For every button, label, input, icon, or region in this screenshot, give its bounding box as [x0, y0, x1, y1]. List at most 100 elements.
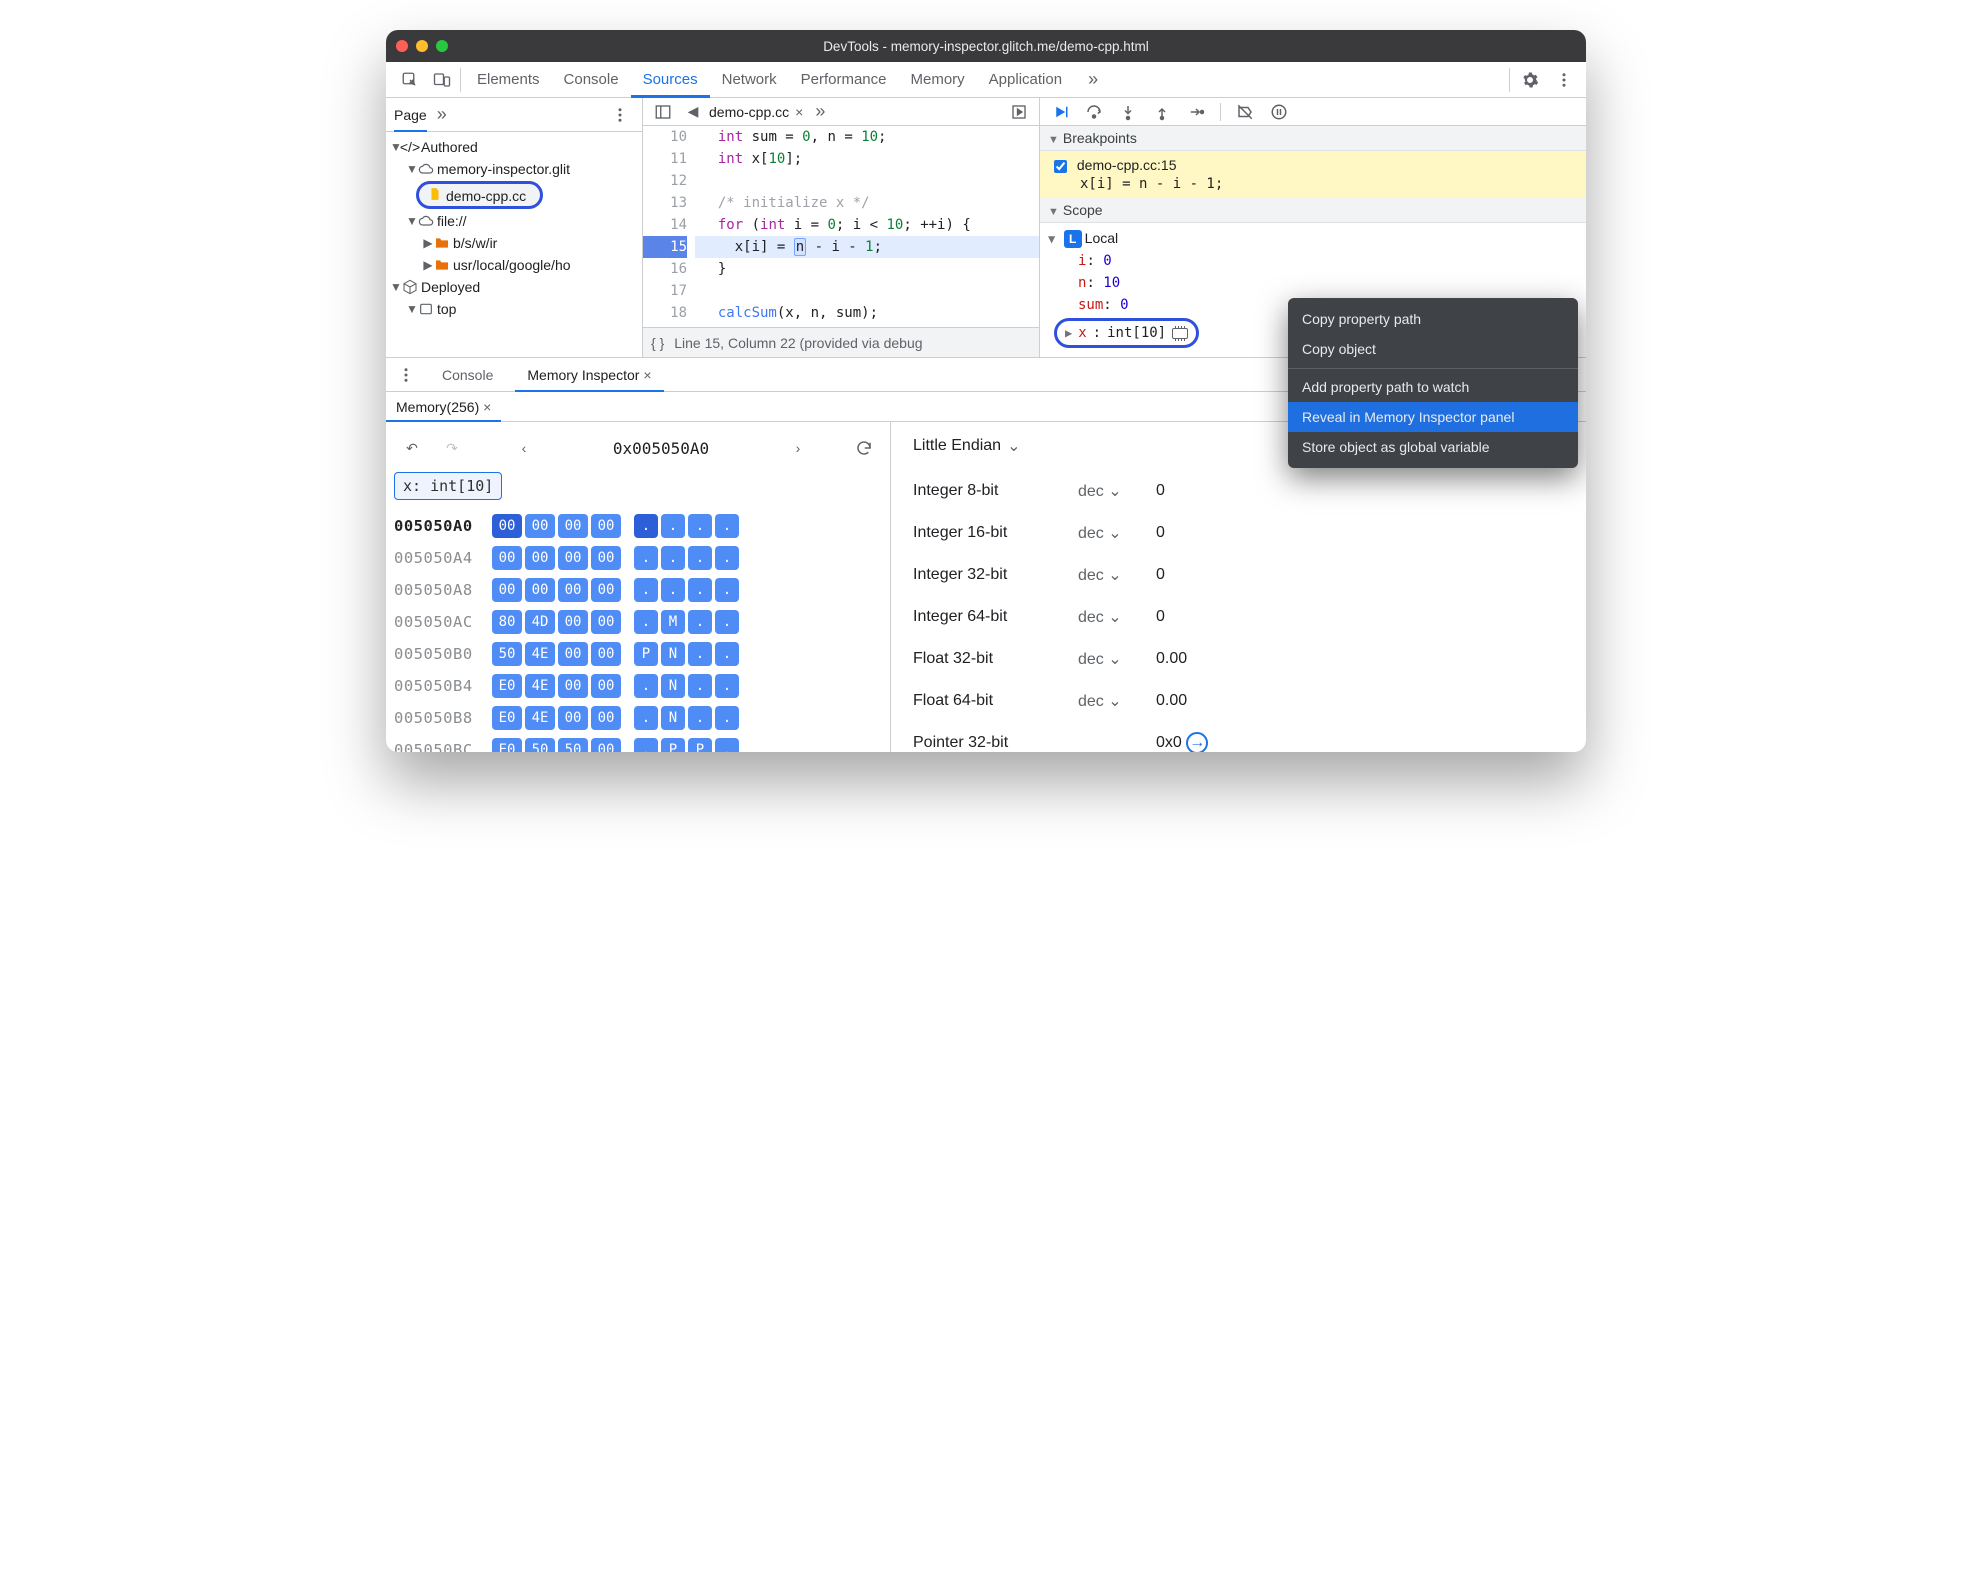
memory-chip-icon[interactable]	[1172, 328, 1188, 339]
unit-select[interactable]: dec ⌄	[1078, 691, 1156, 711]
scope-var-n[interactable]: n: 10	[1048, 272, 1578, 294]
jump-to-address-icon[interactable]: →	[1186, 732, 1208, 752]
deactivate-breakpoints-icon[interactable]	[1235, 102, 1255, 122]
tree-top[interactable]: ▼top	[386, 298, 642, 320]
drawer-tab-memory-inspector[interactable]: Memory Inspector ×	[515, 358, 663, 392]
breakpoints-header[interactable]: ▼Breakpoints	[1040, 126, 1586, 151]
unit-select[interactable]: dec ⌄	[1078, 481, 1156, 501]
refresh-icon[interactable]	[850, 434, 878, 462]
memory-body: ↶ ↷ ‹ 0x005050A0 › x: int[10] 005050A000…	[386, 422, 1586, 752]
value-row: Integer 32-bitdec ⌄0	[913, 554, 1564, 596]
editor-tabs-more-icon[interactable]: »	[809, 101, 825, 122]
ctx-add-watch[interactable]: Add property path to watch	[1288, 368, 1578, 402]
breakpoint-expression: x[i] = n - i - 1;	[1050, 176, 1576, 192]
tree-authored[interactable]: ▼</>Authored	[386, 136, 642, 158]
tree-deployed[interactable]: ▼Deployed	[386, 276, 642, 298]
inspect-icon[interactable]	[396, 66, 424, 94]
main-tab-application[interactable]: Application	[977, 62, 1074, 98]
memory-tab-256[interactable]: Memory(256) ×	[386, 392, 501, 422]
memory-values-pane: Little Endian ⌄ Integer 8-bitdec ⌄0Integ…	[891, 422, 1586, 752]
main-tab-performance[interactable]: Performance	[789, 62, 899, 98]
file-icon	[427, 186, 443, 202]
tree-file-demo-cpp[interactable]: demo-cpp.cc	[386, 180, 642, 210]
hex-row[interactable]: 005050B8E04E0000.N..	[394, 702, 882, 734]
next-page-icon[interactable]: ›	[784, 434, 812, 462]
editor-status-bar: { } Line 15, Column 22 (provided via deb…	[643, 327, 1039, 357]
unit-select[interactable]: dec ⌄	[1078, 565, 1156, 585]
close-icon[interactable]: ×	[643, 367, 651, 383]
page-tab[interactable]: Page	[394, 98, 427, 132]
nav-back-icon[interactable]: ◀	[683, 98, 703, 126]
unit-select[interactable]: dec ⌄	[1078, 523, 1156, 543]
breakpoint-label: demo-cpp.cc:15	[1077, 157, 1177, 173]
drawer-kebab-icon[interactable]	[392, 361, 420, 389]
context-menu: Copy property path Copy object Add prope…	[1288, 298, 1578, 468]
value-row: Integer 16-bitdec ⌄0	[913, 512, 1564, 554]
settings-gear-icon[interactable]	[1516, 66, 1544, 94]
editor-tab-file[interactable]: demo-cpp.cc	[709, 104, 789, 120]
hex-row[interactable]: 005050B4E04E0000.N..	[394, 670, 882, 702]
overflow-tabs-icon[interactable]: »	[1078, 69, 1108, 90]
ctx-copy-object[interactable]: Copy object	[1288, 334, 1578, 364]
close-tab-icon[interactable]: ×	[795, 104, 803, 120]
tree-dir2[interactable]: ▶usr/local/google/ho	[386, 254, 642, 276]
close-icon[interactable]: ×	[483, 399, 491, 415]
scope-local-row[interactable]: ▼ LLocal	[1048, 227, 1578, 250]
device-mode-icon[interactable]	[428, 66, 456, 94]
navigator-kebab-icon[interactable]	[606, 101, 634, 129]
hex-row[interactable]: 005050A800000000....	[394, 574, 882, 606]
breakpoint-entry[interactable]: demo-cpp.cc:15 x[i] = n - i - 1;	[1040, 151, 1586, 198]
navigator-more-icon[interactable]: »	[437, 104, 447, 125]
hex-row[interactable]: 005050B0504E0000PN..	[394, 638, 882, 670]
cloud-icon	[418, 213, 434, 229]
resume-icon[interactable]	[1050, 102, 1070, 122]
hex-row[interactable]: 005050AC804D0000.M..	[394, 606, 882, 638]
cube-icon	[402, 279, 418, 295]
scope-header[interactable]: ▼Scope	[1040, 198, 1586, 223]
hex-row[interactable]: 005050BCE0505000.PP.	[394, 734, 882, 752]
undo-icon[interactable]: ↶	[398, 434, 426, 462]
main-tab-memory[interactable]: Memory	[899, 62, 977, 98]
value-row: Float 64-bitdec ⌄0.00	[913, 680, 1564, 722]
braces-icon[interactable]: { }	[651, 335, 664, 351]
main-tab-elements[interactable]: Elements	[465, 62, 552, 98]
memory-object-label[interactable]: x: int[10]	[394, 472, 502, 500]
debugger-toolbar	[1040, 98, 1586, 126]
address-input[interactable]: 0x005050A0	[550, 439, 772, 458]
code-icon: </>	[402, 139, 418, 155]
ctx-reveal-memory[interactable]: Reveal in Memory Inspector panel	[1288, 402, 1578, 432]
hex-row[interactable]: 005050A000000000....	[394, 510, 882, 542]
scope-var-i[interactable]: i: 0	[1048, 250, 1578, 272]
sidebar-toggle-icon[interactable]	[649, 98, 677, 126]
memory-hex-pane: ↶ ↷ ‹ 0x005050A0 › x: int[10] 005050A000…	[386, 422, 891, 752]
code-lines: int sum = 0, n = 10; int x[10]; /* initi…	[695, 126, 1039, 327]
local-badge-icon: L	[1064, 230, 1082, 248]
code-editor[interactable]: 1011121314151617181920 int sum = 0, n = …	[643, 126, 1039, 327]
hex-row[interactable]: 005050A400000000....	[394, 542, 882, 574]
step-over-icon[interactable]	[1084, 102, 1104, 122]
breakpoint-checkbox[interactable]	[1054, 160, 1067, 173]
run-snippet-icon[interactable]	[1005, 98, 1033, 126]
file-tree: ▼</>Authored ▼memory-inspector.glit demo…	[386, 132, 642, 324]
unit-select[interactable]: dec ⌄	[1078, 649, 1156, 669]
ctx-copy-property-path[interactable]: Copy property path	[1288, 304, 1578, 334]
main-tab-sources[interactable]: Sources	[631, 62, 710, 98]
main-tab-console[interactable]: Console	[552, 62, 631, 98]
tree-host[interactable]: ▼memory-inspector.glit	[386, 158, 642, 180]
redo-icon[interactable]: ↷	[438, 434, 466, 462]
tree-dir1[interactable]: ▶b/s/w/ir	[386, 232, 642, 254]
kebab-menu-icon[interactable]	[1550, 66, 1578, 94]
tree-filescheme[interactable]: ▼file://	[386, 210, 642, 232]
step-into-icon[interactable]	[1118, 102, 1138, 122]
step-out-icon[interactable]	[1152, 102, 1172, 122]
main-tab-network[interactable]: Network	[710, 62, 789, 98]
main-tab-strip: ElementsConsoleSourcesNetworkPerformance…	[386, 62, 1586, 98]
drawer-tab-console[interactable]: Console	[430, 358, 505, 392]
step-icon[interactable]	[1186, 102, 1206, 122]
pause-on-exceptions-icon[interactable]	[1269, 102, 1289, 122]
ctx-store-global[interactable]: Store object as global variable	[1288, 432, 1578, 462]
memory-nav: ↶ ↷ ‹ 0x005050A0 ›	[394, 434, 882, 462]
prev-page-icon[interactable]: ‹	[510, 434, 538, 462]
folder-icon	[434, 235, 450, 251]
unit-select[interactable]: dec ⌄	[1078, 607, 1156, 627]
